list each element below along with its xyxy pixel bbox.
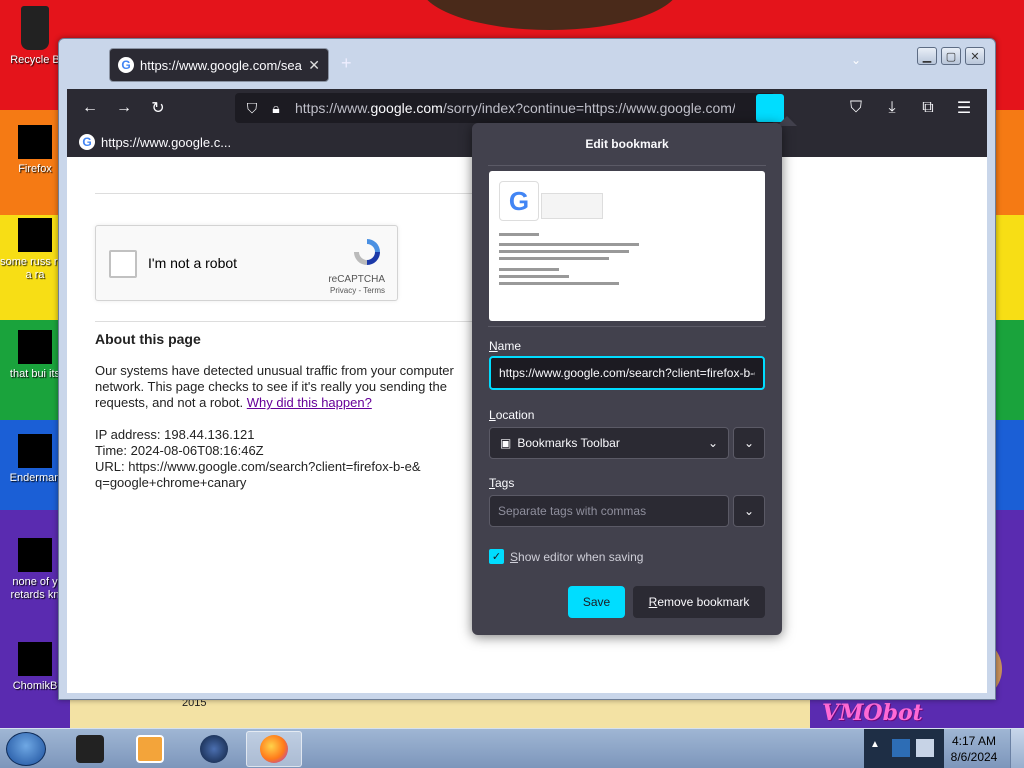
- downloads-icon[interactable]: ⤓: [879, 95, 905, 121]
- globe-icon: [200, 735, 228, 763]
- file-icon: [18, 330, 52, 364]
- recaptcha-label: I'm not a robot: [148, 255, 238, 271]
- maximize-button[interactable]: ▢: [941, 47, 961, 65]
- back-arrow-icon[interactable]: ←: [77, 95, 103, 121]
- edit-bookmark-panel: Edit bookmark G Name Location ▣ Bookmark…: [472, 123, 782, 635]
- chevron-down-icon: ⌄: [707, 436, 718, 450]
- why-did-this-happen-link[interactable]: Why did this happen?: [247, 395, 372, 410]
- hamburger-menu-icon[interactable]: ☰: [951, 95, 977, 121]
- file-icon: [18, 538, 52, 572]
- show-editor-checkbox-row[interactable]: ✓ Show editor when saving: [489, 549, 643, 564]
- tab-list-chevron-icon[interactable]: ⌄: [851, 53, 861, 67]
- panel-title: Edit bookmark: [585, 137, 669, 151]
- preview-text-line: [499, 257, 609, 260]
- bookmarks-toolbar-star-icon: ▣: [500, 436, 512, 450]
- new-tab-button[interactable]: +: [341, 53, 352, 74]
- divider: [95, 193, 490, 194]
- tab-google[interactable]: G https://www.google.com/search?client=f…: [109, 48, 329, 82]
- divider: [488, 165, 766, 166]
- taskbar-app-media-player[interactable]: [122, 731, 178, 767]
- taskbar-app-explorer[interactable]: [62, 731, 118, 767]
- bookmark-location-select[interactable]: ▣ Bookmarks Toolbar ⌄: [489, 427, 729, 459]
- time-line: Time: 2024-08-06T08:16:46Z: [95, 443, 264, 458]
- location-label: Location: [489, 408, 535, 422]
- name-label: Name: [489, 339, 522, 353]
- clock-time: 4:17 AM: [951, 734, 997, 748]
- tray-network-icon[interactable]: [916, 739, 934, 757]
- request-info: IP address: 198.44.136.121 Time: 2024-08…: [95, 427, 455, 491]
- file-icon: [18, 642, 52, 676]
- preview-text-line: [499, 275, 569, 278]
- recaptcha-checkbox[interactable]: [109, 250, 137, 278]
- preview-text-line: [499, 268, 559, 271]
- url-text[interactable]: https://www.google.com/sorry/index?conti…: [295, 100, 735, 116]
- forward-arrow-icon[interactable]: →: [111, 95, 137, 121]
- preview-text-line: [499, 233, 539, 236]
- preview-text-line: [499, 243, 639, 246]
- clock[interactable]: 4:17 AM 8/6/2024: [944, 733, 1004, 765]
- title-bar: G https://www.google.com/search?client=f…: [59, 39, 995, 89]
- pocket-icon[interactable]: ⛉: [843, 95, 869, 121]
- tray-app-icon[interactable]: [892, 739, 910, 757]
- google-favicon-icon: G: [118, 57, 134, 73]
- minimize-button[interactable]: ▁: [917, 47, 937, 65]
- recaptcha-brand: reCAPTCHA: [328, 274, 385, 285]
- preview-text-line: [499, 282, 619, 285]
- tab-close-icon[interactable]: ✕: [308, 57, 320, 74]
- tracking-shield-icon[interactable]: ⛉: [241, 100, 263, 117]
- wallpaper-decoration-top: [420, 0, 680, 30]
- taskbar-app-globe[interactable]: [186, 731, 242, 767]
- about-title: About this page: [95, 331, 201, 347]
- show-editor-label: Show editor when saving: [510, 549, 644, 564]
- close-window-button[interactable]: ✕: [965, 47, 985, 65]
- tags-label: Tags: [489, 476, 515, 490]
- start-button[interactable]: [6, 732, 46, 766]
- remove-bookmark-button[interactable]: Remove bookmark: [633, 586, 765, 618]
- taskbar: ▲ 4:17 AM 8/6/2024: [0, 728, 1024, 768]
- clock-date: 8/6/2024: [950, 750, 998, 764]
- window-controls: ▁ ▢ ✕: [917, 47, 985, 65]
- divider: [95, 321, 490, 322]
- recaptcha-privacy-links[interactable]: Privacy - Terms: [330, 286, 385, 295]
- expand-folders-button[interactable]: ⌄: [733, 427, 765, 459]
- google-favicon-icon: G: [79, 134, 95, 150]
- bookmark-name-input[interactable]: [489, 356, 765, 390]
- tab-title: https://www.google.com/search?client=fir…: [140, 57, 302, 73]
- recaptcha-widget: I'm not a robot reCAPTCHA Privacy - Term…: [95, 225, 398, 301]
- lock-icon[interactable]: 🔒︎: [265, 100, 287, 117]
- navigation-toolbar: ← → ↻ ⛉ 🔒︎ https://www.google.com/sorry/…: [67, 89, 987, 127]
- media-player-icon: [136, 735, 164, 763]
- address-bar[interactable]: ⛉ 🔒︎ https://www.google.com/sorry/index?…: [235, 93, 775, 123]
- expand-tags-button[interactable]: ⌄: [733, 495, 765, 527]
- url-line: URL: https://www.google.com/search?clien…: [95, 459, 421, 490]
- show-desktop-button[interactable]: [1010, 729, 1024, 768]
- show-editor-checkbox[interactable]: ✓: [489, 549, 504, 564]
- firefox-icon: [260, 735, 288, 763]
- file-icon: [18, 218, 52, 252]
- ip-address-line: IP address: 198.44.136.121: [95, 427, 255, 442]
- explorer-icon: [76, 735, 104, 763]
- tray-expand-icon[interactable]: ▲: [870, 739, 888, 757]
- reload-icon[interactable]: ↻: [145, 95, 171, 121]
- toolbar-right-icons: ⛉ ⤓ ⧉ ☰: [843, 95, 977, 121]
- extensions-puzzle-icon[interactable]: ⧉: [915, 95, 941, 121]
- divider: [488, 326, 766, 327]
- location-value: Bookmarks Toolbar: [517, 436, 620, 450]
- file-icon: [18, 434, 52, 468]
- system-tray: ▲: [864, 729, 944, 768]
- save-button[interactable]: Save: [568, 586, 625, 618]
- preview-captcha: [541, 193, 603, 219]
- bookmark-preview-thumbnail: G: [489, 171, 765, 321]
- firefox-shortcut-icon: [18, 125, 52, 159]
- google-logo-icon: G: [499, 181, 539, 221]
- taskbar-app-firefox[interactable]: [246, 731, 302, 767]
- recycle-bin-icon: [21, 6, 49, 50]
- preview-text-line: [499, 250, 629, 253]
- recaptcha-logo-icon: [354, 239, 380, 265]
- bookmark-item-google[interactable]: https://www.google.c...: [101, 135, 231, 150]
- tags-input[interactable]: [489, 495, 729, 527]
- vm-logo-text: VMObot: [822, 700, 923, 726]
- about-text: Our systems have detected unusual traffi…: [95, 363, 454, 410]
